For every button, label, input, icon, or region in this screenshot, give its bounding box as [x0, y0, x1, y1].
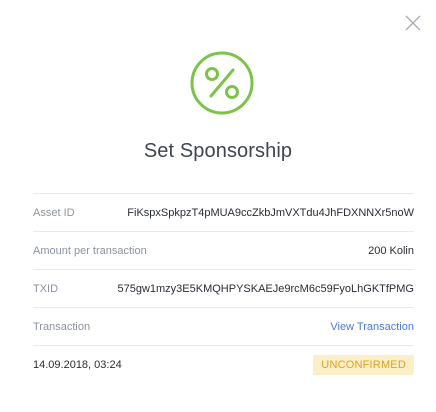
close-icon[interactable] — [404, 14, 422, 32]
status-badge: UNCONFIRMED — [313, 354, 414, 375]
detail-row-txid: TXID 575gw1mzy3E5KMQHPYSKAEJe9rcM6c59Fyo… — [33, 269, 414, 307]
set-sponsorship-dialog: Set Sponsorship Asset ID FiKspxSpkpzT4pM… — [0, 0, 436, 412]
status-row: 14.09.2018, 03:24 UNCONFIRMED — [33, 345, 414, 383]
detail-row-amount: Amount per transaction 200 Kolin — [33, 231, 414, 269]
amount-label: Amount per transaction — [33, 244, 147, 257]
asset-id-label: Asset ID — [33, 206, 75, 219]
dialog-title: Set Sponsorship — [143, 140, 293, 162]
txid-label: TXID — [33, 282, 59, 295]
view-transaction-link[interactable]: View Transaction — [330, 321, 414, 333]
amount-value: 200 Kolin — [368, 244, 414, 257]
transaction-date: 14.09.2018, 03:24 — [33, 358, 122, 371]
details-list: Asset ID FiKspxSpkpzT4pMUA9ccZkbJmVXTdu4… — [33, 193, 414, 383]
detail-row-transaction: Transaction View Transaction — [33, 307, 414, 345]
asset-id-value: FiKspxSpkpzT4pMUA9ccZkbJmVXTdu4JhFDXNNXr… — [127, 206, 414, 219]
percent-icon — [190, 51, 254, 115]
txid-value: 575gw1mzy3E5KMQHPYSKAEJe9rcM6c59FyoLhGKT… — [117, 282, 414, 295]
transaction-label: Transaction — [33, 320, 91, 333]
detail-row-asset-id: Asset ID FiKspxSpkpzT4pMUA9ccZkbJmVXTdu4… — [33, 193, 414, 231]
